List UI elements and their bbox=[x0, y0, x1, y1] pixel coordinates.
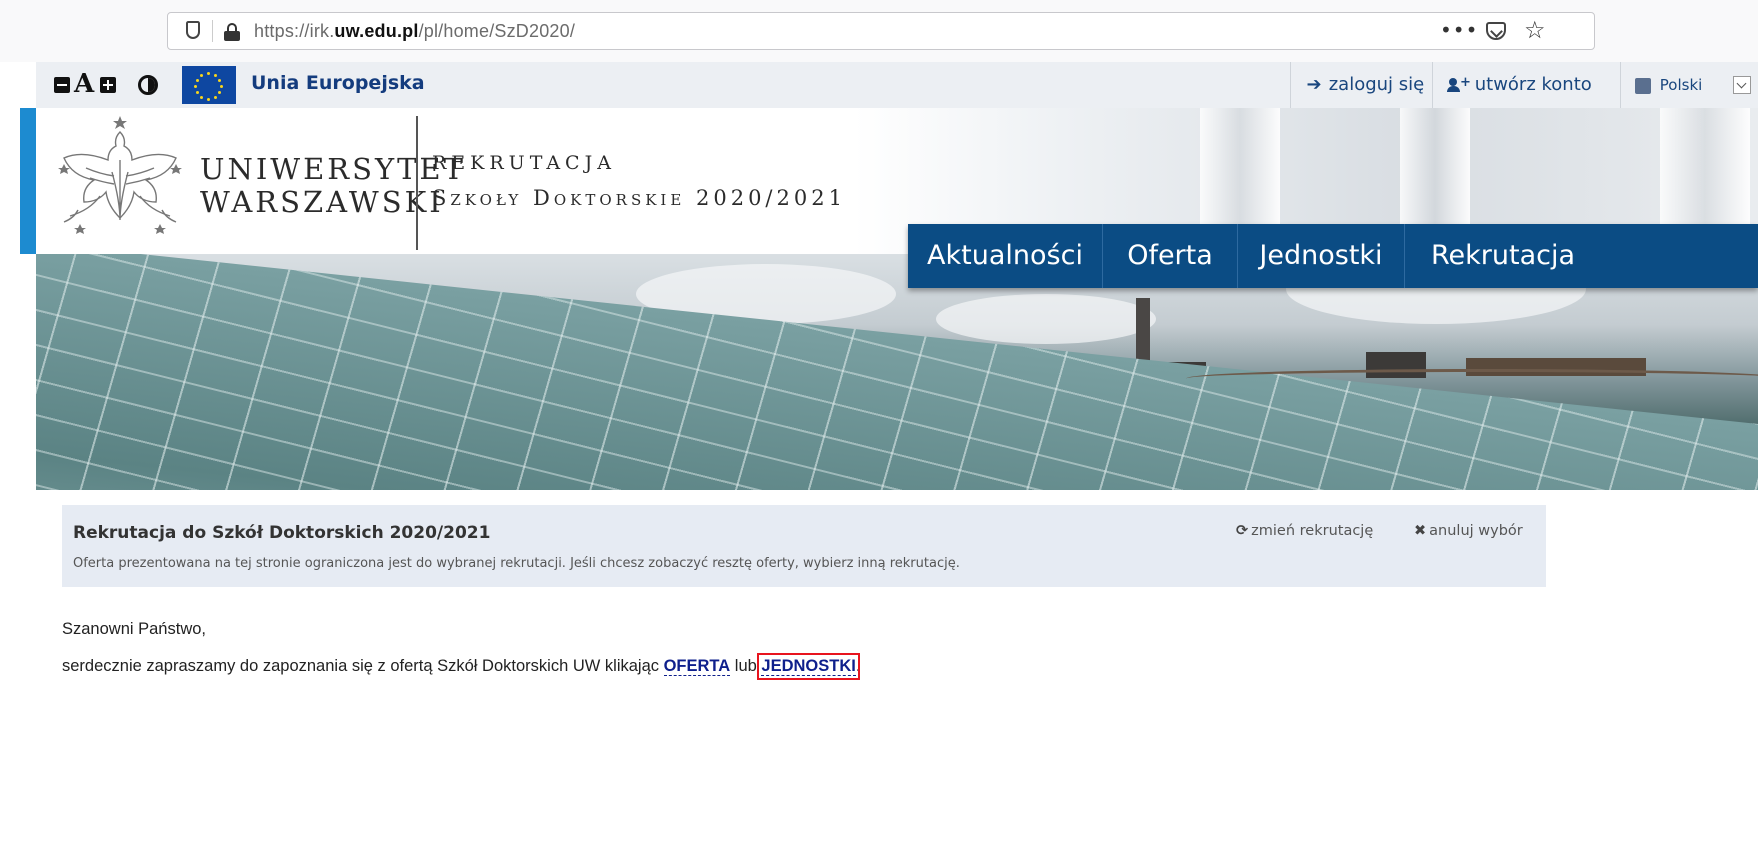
font-increase-icon[interactable] bbox=[100, 77, 116, 93]
font-size-icon[interactable]: A bbox=[74, 68, 94, 100]
sign-in-icon: ➔ bbox=[1306, 74, 1322, 95]
recruitment-subtitle[interactable]: Szkoły Doktorskie 2020/2021 bbox=[432, 186, 846, 210]
pocket-icon[interactable] bbox=[1486, 22, 1506, 40]
signup-link[interactable]: + utwórz konto bbox=[1432, 62, 1620, 108]
recruitment-info-text: Oferta prezentowana na tej stronie ogran… bbox=[73, 556, 960, 571]
nav-item-oferta[interactable]: Oferta bbox=[1103, 224, 1238, 288]
cancel-selection-link[interactable]: ✖ anuluj wybór bbox=[1414, 523, 1523, 539]
page-actions-icon[interactable]: ••• bbox=[1440, 18, 1478, 42]
utility-bar: A Unia Europejska ➔ zaloguj się + utwórz… bbox=[36, 62, 1758, 108]
browser-toolbar: https://irk.uw.edu.pl/pl/home/SzD2020/ •… bbox=[0, 0, 1758, 62]
recruitment-info-title: Rekrutacja do Szkół Doktorskich 2020/202… bbox=[73, 523, 491, 543]
nav-item-jednostki[interactable]: Jednostki bbox=[1238, 224, 1405, 288]
header-divider bbox=[416, 116, 418, 250]
university-name-line2[interactable]: WARSZAWSKI bbox=[200, 185, 444, 219]
change-recruitment-label: zmień rekrutację bbox=[1251, 523, 1374, 539]
address-bar-separator bbox=[212, 20, 213, 42]
uw-eagle-logo-icon[interactable] bbox=[50, 112, 190, 248]
paragraph-text: serdecznie zapraszamy do zapoznania się … bbox=[62, 657, 664, 675]
paragraph-text: lub bbox=[730, 657, 762, 675]
greeting-text: Szanowni Państwo, bbox=[62, 620, 206, 638]
font-decrease-icon[interactable] bbox=[54, 77, 70, 93]
offer-link[interactable]: OFERTA bbox=[663, 657, 731, 676]
eu-link[interactable]: Unia Europejska bbox=[251, 72, 425, 94]
user-plus-icon: + bbox=[1447, 76, 1471, 92]
tracking-protection-icon[interactable] bbox=[186, 21, 200, 39]
units-link[interactable]: JEDNOSTKI bbox=[757, 653, 860, 680]
invitation-paragraph: serdecznie zapraszamy do zapoznania się … bbox=[62, 653, 861, 680]
main-nav: Aktualności Oferta Jednostki Rekrutacja bbox=[908, 224, 1758, 288]
chevron-down-icon[interactable] bbox=[1733, 76, 1751, 94]
contrast-icon[interactable] bbox=[138, 75, 158, 95]
address-bar[interactable]: https://irk.uw.edu.pl/pl/home/SzD2020/ •… bbox=[167, 12, 1595, 50]
bookmark-star-icon[interactable]: ☆ bbox=[1524, 16, 1546, 44]
eu-flag-icon[interactable] bbox=[182, 66, 236, 104]
recruitment-info-panel: Rekrutacja do Szkół Doktorskich 2020/202… bbox=[62, 505, 1546, 587]
language-label: Polski bbox=[1659, 76, 1703, 94]
banner-cloud bbox=[936, 294, 1156, 344]
url-text[interactable]: https://irk.uw.edu.pl/pl/home/SzD2020/ bbox=[254, 21, 575, 42]
language-icon bbox=[1635, 77, 1651, 94]
header-accent-bar bbox=[20, 108, 36, 254]
lock-icon[interactable] bbox=[224, 23, 240, 41]
close-icon: ✖ bbox=[1414, 523, 1427, 539]
hero-banner bbox=[36, 254, 1758, 490]
change-recruitment-link[interactable]: ⟳ zmień rekrutację bbox=[1236, 523, 1373, 539]
banner-bridge bbox=[1186, 369, 1758, 388]
login-label: zaloguj się bbox=[1328, 74, 1425, 95]
refresh-icon: ⟳ bbox=[1236, 523, 1249, 539]
nav-item-aktualnosci[interactable]: Aktualności bbox=[908, 224, 1103, 288]
university-name-line1[interactable]: UNIWERSYTET bbox=[200, 152, 466, 186]
recruitment-title[interactable]: REKRUTACJA bbox=[432, 152, 616, 174]
signup-label: utwórz konto bbox=[1474, 74, 1592, 95]
cancel-selection-label: anuluj wybór bbox=[1429, 523, 1523, 539]
nav-item-rekrutacja[interactable]: Rekrutacja bbox=[1405, 224, 1758, 288]
login-link[interactable]: ➔ zaloguj się bbox=[1290, 62, 1432, 108]
paragraph-text: . bbox=[855, 657, 861, 675]
